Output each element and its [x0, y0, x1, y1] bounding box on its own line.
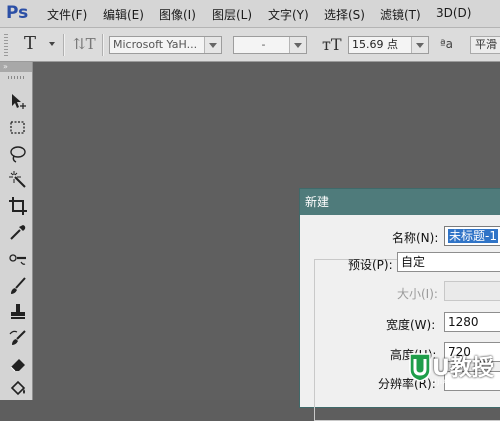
brush-tool-icon[interactable] [8, 276, 28, 296]
options-bar: T ⇅T Microsoft YaH... - тT 15.69 点 ªa 平滑 [0, 28, 500, 62]
shield-logo-icon [409, 353, 431, 382]
menu-type[interactable]: 文字(Y) [268, 6, 309, 23]
separator [63, 34, 65, 56]
width-value: 1280 [448, 315, 479, 329]
marquee-tool-icon[interactable] [8, 118, 28, 138]
preset-select[interactable]: 自定 [397, 252, 500, 272]
size-label: 大小(I): [397, 287, 438, 301]
width-input[interactable]: 1280 [444, 312, 500, 332]
font-family-value: Microsoft YaH... [113, 38, 198, 51]
separator [102, 34, 104, 56]
width-label: 宽度(W): [386, 318, 436, 332]
text-orientation-toggle-icon[interactable]: ⇅T [73, 35, 96, 53]
font-size-value: 15.69 点 [352, 38, 398, 51]
anti-alias-value: 平滑 [475, 38, 497, 51]
healing-brush-tool-icon[interactable] [8, 250, 28, 270]
font-style-select[interactable]: - [233, 36, 307, 54]
watermark-subtext: UJIAOSHOU.COM [432, 379, 496, 386]
eyedropper-tool-icon[interactable] [8, 222, 28, 242]
history-brush-tool-icon[interactable] [8, 328, 28, 348]
anti-alias-icon: ªa [440, 37, 454, 51]
name-input[interactable]: 未标题-1 [444, 226, 500, 246]
dialog-title[interactable]: 新建 [300, 189, 500, 215]
horizontal-type-tool-icon[interactable]: T [24, 33, 36, 54]
menu-layer[interactable]: 图层(L) [212, 6, 252, 23]
name-label: 名称(N): [392, 231, 439, 245]
menu-filter[interactable]: 滤镜(T) [380, 6, 421, 23]
watermark-text: U教授 [432, 356, 494, 381]
menu-image[interactable]: 图像(I) [159, 6, 196, 23]
font-size-select[interactable]: 15.69 点 [348, 36, 429, 54]
name-input-value: 未标题-1 [448, 229, 498, 243]
menu-bar: Ps 文件(F) 编辑(E) 图像(I) 图层(L) 文字(Y) 选择(S) 滤… [0, 0, 500, 28]
font-size-icon: тT [322, 35, 342, 54]
panel-grip[interactable] [8, 76, 24, 79]
menu-edit[interactable]: 编辑(E) [103, 6, 144, 23]
photoshop-logo: Ps [6, 3, 29, 23]
menu-select[interactable]: 选择(S) [324, 6, 365, 23]
size-select[interactable] [444, 281, 500, 301]
chevron-down-icon[interactable] [289, 37, 306, 53]
lasso-tool-icon[interactable] [8, 144, 28, 164]
menu-3d[interactable]: 3D(D) [436, 6, 471, 20]
preset-label: 预设(P): [348, 258, 393, 272]
anti-alias-select[interactable]: 平滑 [470, 36, 500, 54]
preset-value: 自定 [401, 255, 426, 269]
chevron-down-icon[interactable] [411, 37, 428, 53]
font-style-value: - [261, 38, 266, 51]
chevron-down-icon[interactable] [204, 37, 221, 53]
font-family-select[interactable]: Microsoft YaH... [109, 36, 222, 54]
options-bar-grip[interactable] [4, 34, 8, 56]
eraser-tool-icon[interactable] [8, 354, 28, 374]
tool-preset-dropdown-icon[interactable] [49, 42, 55, 46]
move-tool-icon[interactable] [8, 91, 28, 111]
clone-stamp-tool-icon[interactable] [8, 302, 28, 322]
collapse-panel-button[interactable]: » [0, 62, 32, 72]
crop-tool-icon[interactable] [8, 196, 28, 216]
menu-file[interactable]: 文件(F) [47, 6, 87, 23]
magic-wand-tool-icon[interactable] [8, 170, 28, 190]
watermark: U教授 UJIAOSHOU.COM [378, 347, 500, 397]
paint-bucket-tool-icon[interactable] [8, 378, 28, 398]
tools-panel: » [0, 62, 33, 400]
